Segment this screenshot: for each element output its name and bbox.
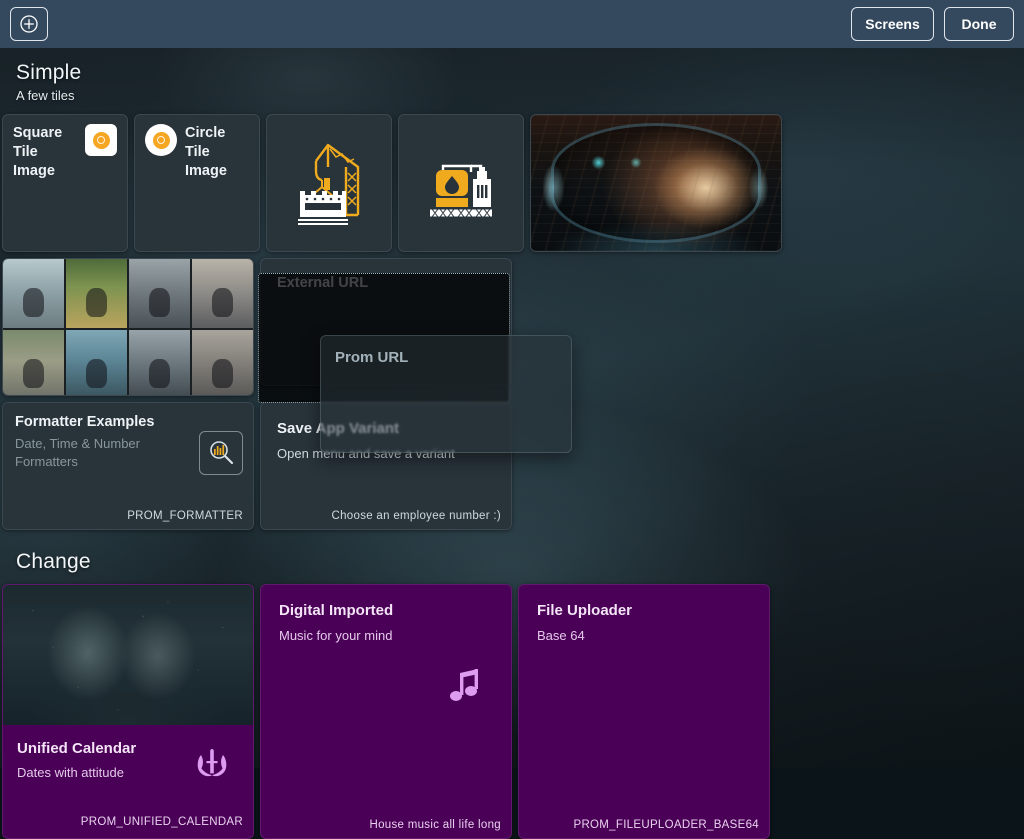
screens-button-label: Screens bbox=[865, 16, 919, 32]
tile-title: Square Tile Image bbox=[13, 124, 77, 181]
tile-footer: Choose an employee number :) bbox=[332, 510, 502, 522]
photo-cell bbox=[129, 259, 190, 328]
tile-title: File Uploader bbox=[537, 601, 751, 620]
chart-magnifier-icon bbox=[199, 431, 243, 475]
group-title: Simple bbox=[16, 60, 1008, 86]
tile-title: Circle Tile Image bbox=[185, 124, 249, 181]
tile-formatter-examples[interactable]: Formatter Examples Date, Time & Number F… bbox=[2, 402, 254, 530]
tile-footer: PROM_FORMATTER bbox=[127, 510, 243, 522]
tile-subtitle: Base 64 bbox=[537, 627, 751, 645]
cyclists-photo-grid bbox=[3, 259, 253, 396]
tile-unified-calendar[interactable]: Unified Calendar Dates with attitude PRO… bbox=[2, 584, 254, 839]
group-header-change: Change bbox=[0, 530, 1024, 575]
photo-cell bbox=[129, 330, 190, 396]
jedi-order-icon bbox=[195, 747, 229, 781]
tile-footer: House music all life long bbox=[369, 819, 501, 831]
tile-footer: PROM_FILEUPLOADER_BASE64 bbox=[573, 819, 759, 831]
tile-file-uploader[interactable]: File Uploader Base 64 PROM_FILEUPLOADER_… bbox=[518, 584, 770, 839]
tile-sci-fi-corridor[interactable] bbox=[530, 114, 782, 252]
group-subtitle: A few tiles bbox=[16, 87, 1008, 105]
tile-footer: PROM_UNIFIED_CALENDAR bbox=[81, 816, 243, 828]
orange-circle-icon bbox=[145, 124, 177, 156]
screens-button[interactable]: Screens bbox=[851, 7, 934, 41]
tile-title: Formatter Examples bbox=[15, 413, 241, 432]
tile-oil-tank-icon[interactable] bbox=[398, 114, 524, 252]
tile-title: Digital Imported bbox=[279, 601, 493, 620]
tile-crane-icon[interactable] bbox=[266, 114, 392, 252]
orange-circle-icon bbox=[85, 124, 117, 156]
tile-title: Prom URL bbox=[335, 348, 557, 367]
tile-cyclists[interactable] bbox=[2, 258, 254, 396]
photo-cell bbox=[192, 330, 253, 396]
done-button[interactable]: Done bbox=[944, 7, 1014, 41]
photo-cell bbox=[66, 330, 127, 396]
group-title: Change bbox=[16, 549, 1008, 575]
add-tile-button[interactable] bbox=[10, 7, 48, 41]
done-button-label: Done bbox=[962, 16, 997, 32]
tile-square-tile-image[interactable]: Square Tile Image bbox=[2, 114, 128, 252]
plus-circle-icon bbox=[19, 14, 39, 34]
crane-icon bbox=[286, 137, 372, 229]
photo-cell bbox=[192, 259, 253, 328]
tile-row-simple: Square Tile Image Circle Tile Image bbox=[0, 114, 1024, 530]
tile-subtitle: Music for your mind bbox=[279, 627, 493, 645]
group-header-simple: Simple A few tiles bbox=[0, 48, 1024, 105]
top-toolbar: Screens Done bbox=[0, 0, 1024, 48]
soldiers-image bbox=[3, 585, 253, 727]
music-note-icon bbox=[445, 667, 485, 707]
tile-row-change: Unified Calendar Dates with attitude PRO… bbox=[0, 584, 1024, 839]
tile-digital-imported[interactable]: Digital Imported Music for your mind Hou… bbox=[260, 584, 512, 839]
sci-fi-corridor-image bbox=[531, 115, 781, 252]
tile-subtitle: Date, Time & Number Formatters bbox=[15, 435, 165, 471]
oil-tank-icon bbox=[418, 137, 504, 229]
tile-circle-tile-image[interactable]: Circle Tile Image bbox=[134, 114, 260, 252]
photo-cell bbox=[66, 259, 127, 328]
photo-cell bbox=[3, 330, 64, 396]
photo-cell bbox=[3, 259, 64, 328]
dragged-tile-prom-url[interactable]: Prom URL bbox=[320, 335, 572, 453]
